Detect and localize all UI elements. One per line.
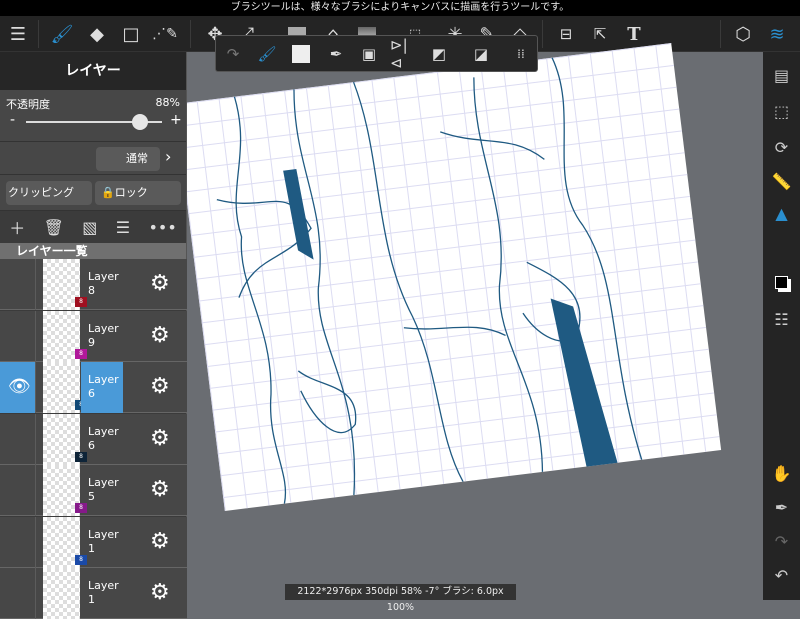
color-swatch-icon[interactable] (763, 274, 800, 293)
clipping-button[interactable]: クリッピング (6, 181, 92, 205)
right-sidebar: ▤ ⬚ ⟳ 📏 ▲ ☷ ✋ ✒ ↷ ↶ (763, 52, 800, 600)
layer-name: Layer 9 (88, 321, 119, 349)
redo-icon[interactable]: ↷ (763, 532, 800, 551)
line-art (216, 57, 643, 504)
gear-icon[interactable]: ⚙ (150, 580, 170, 606)
layer-list-icon[interactable]: ☷ (763, 310, 800, 329)
ruler-icon[interactable]: 📏 (763, 172, 800, 191)
brush-swap-icon[interactable]: 🖌 (252, 36, 282, 71)
layout-icon[interactable]: ⊟ (551, 16, 581, 52)
redo-icon[interactable]: ↷ (218, 36, 248, 71)
layer-name: Layer 6 (88, 424, 119, 452)
eyedropper-icon[interactable]: ✒ (321, 36, 351, 71)
blend-mode-button[interactable]: 通常 (96, 147, 160, 171)
opacity-value: 88% (155, 96, 180, 109)
gear-icon[interactable]: ⚙ (150, 426, 170, 452)
layer-name: Layer 1 (88, 579, 119, 606)
layer-row[interactable]: Layer 1 ⚙ (0, 568, 187, 619)
clip-lock-row: クリッピング 🔒ロック (0, 175, 186, 211)
undo-icon[interactable]: ↶ (763, 566, 800, 585)
image-layer-icon[interactable]: ▧ (82, 218, 97, 237)
visibility-toggle[interactable] (0, 568, 36, 619)
gear-icon[interactable]: ⚙ (150, 323, 170, 349)
opacity-section: 不透明度 88% - + (0, 90, 186, 142)
visibility-toggle[interactable] (0, 516, 36, 568)
layer-row[interactable]: 8 Layer 6 ⚙ (0, 413, 187, 465)
lock-icon: 🔒 (101, 186, 115, 199)
blend-mode-row: 通常 › (0, 142, 186, 175)
gear-icon[interactable]: ⚙ (150, 271, 170, 297)
canvas-info: 2122*2976px 350dpi 58% -7° ブラシ: 6.0px 10… (285, 584, 516, 613)
select-arrow-icon[interactable]: ⇱ (585, 16, 615, 52)
layer-row[interactable]: 8 Layer 8 ⚙ (0, 259, 187, 310)
layer-name: Layer 1 (88, 527, 119, 555)
brush-color-icon[interactable]: ▲ (763, 204, 800, 223)
layer-badge: 8 (75, 554, 87, 565)
opacity-label: 不透明度 (6, 98, 50, 111)
layer-name: Layer 8 (88, 270, 119, 297)
layer-list-icon[interactable]: ☰ (116, 218, 130, 237)
layer-name: Layer 6 (81, 362, 123, 413)
pages-icon[interactable]: ▤ (763, 66, 800, 85)
layer-badge: 8 (75, 348, 87, 359)
layer-row[interactable]: 8 Layer 9 ⚙ (0, 310, 187, 362)
grid-icon[interactable]: ⁞⁞ (506, 36, 536, 71)
gear-icon[interactable]: ⚙ (150, 477, 170, 503)
visibility-toggle[interactable] (0, 465, 36, 516)
add-layer-icon[interactable]: ＋ (9, 215, 25, 239)
layer-badge: 8 (75, 451, 87, 462)
opacity-slider[interactable] (26, 114, 162, 130)
layer-actions: ＋ 🗑 ▧ ☰ ••• (0, 211, 186, 243)
3d-material-icon[interactable]: ⬡ (728, 16, 758, 52)
layer-row[interactable]: 👁 8 Layer 6 ⚙ (0, 362, 187, 413)
eye-icon: 👁 (8, 376, 31, 397)
status-message: ブラシツールは、様々なブラシによりキャンバスに描画を行うツールです。 (0, 0, 800, 16)
opacity-minus[interactable]: - (10, 112, 15, 128)
layer-row[interactable]: 8 Layer 1 ⚙ (0, 516, 187, 568)
layer-list-header: レイヤー一覧 (0, 243, 186, 259)
brush-icon[interactable]: 🖌 (47, 16, 77, 52)
layers-icon[interactable]: ≋ (762, 16, 792, 52)
gear-icon[interactable]: ⚙ (150, 529, 170, 555)
lock-button[interactable]: 🔒ロック (95, 181, 181, 205)
panel-title: レイヤー (0, 52, 186, 90)
selection-list-icon[interactable]: ⬚ (763, 102, 800, 121)
hand-icon[interactable]: ✋ (763, 464, 800, 483)
eraser-icon[interactable]: ◆ (82, 16, 112, 52)
transparent-icon[interactable] (286, 36, 316, 71)
lock-label: ロック (114, 186, 148, 199)
chevron-right-icon[interactable]: › (165, 147, 171, 166)
opacity-plus[interactable]: + (170, 112, 182, 128)
more-icon[interactable]: ••• (148, 218, 176, 237)
menu-icon[interactable]: ☰ (3, 16, 33, 52)
layer-badge: 8 (75, 503, 87, 513)
layer-badge: 8 (75, 297, 87, 307)
visibility-toggle[interactable] (0, 310, 36, 362)
opacity-slider-thumb[interactable] (132, 114, 148, 130)
flip-icon[interactable]: ⊳|⊲ (390, 36, 420, 72)
layer-panel: レイヤー 不透明度 88% - + 通常 › クリッピング 🔒ロック ＋ 🗑 ▧… (0, 52, 187, 619)
delete-layer-icon[interactable]: 🗑 (44, 218, 64, 237)
clear-icon[interactable]: ◩ (424, 36, 454, 71)
rectangle-icon[interactable]: □ (116, 16, 146, 52)
gear-icon[interactable]: ⚙ (150, 374, 170, 400)
layer-thumbnail (43, 568, 80, 619)
snap-icon[interactable]: ◪ (466, 36, 496, 71)
eyedropper-icon[interactable]: ✒ (763, 498, 800, 517)
visibility-toggle[interactable]: 👁 (0, 362, 36, 413)
canvas-paper[interactable] (174, 43, 722, 511)
brush-popup-toolbar: ↷ 🖌 ✒ ▣ ⊳|⊲ ◩ ◪ ⁞⁞ (215, 35, 538, 72)
frame-icon[interactable]: ▣ (354, 36, 384, 71)
visibility-toggle[interactable] (0, 413, 36, 465)
rotate-icon[interactable]: ⟳ (763, 138, 800, 157)
vector-icon[interactable]: ⋰✎ (150, 16, 180, 52)
layer-row[interactable]: 8 Layer 5 ⚙ (0, 465, 187, 516)
layer-name: Layer 5 (88, 476, 119, 503)
visibility-toggle[interactable] (0, 259, 36, 310)
